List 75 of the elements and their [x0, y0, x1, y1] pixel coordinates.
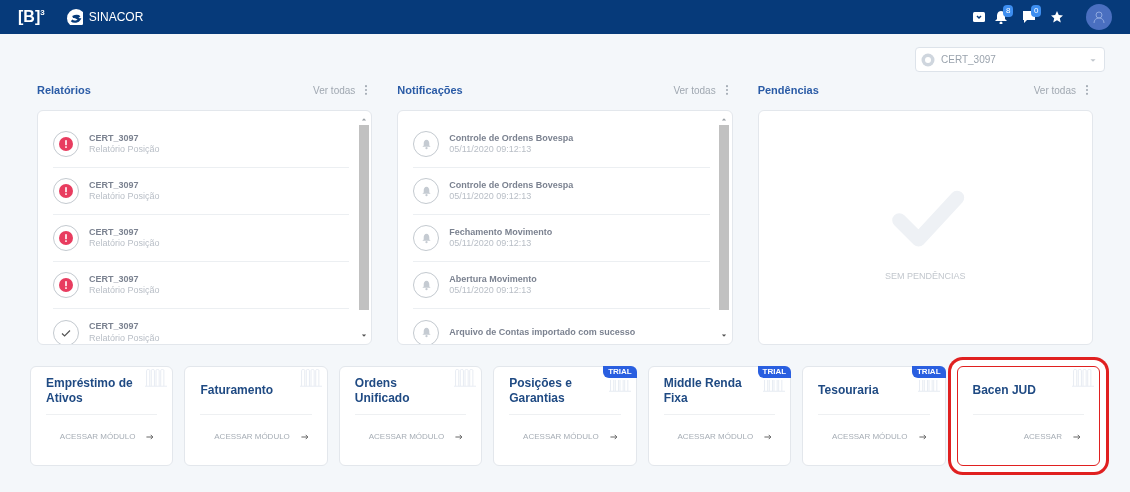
access-module-link[interactable]: ACESSAR MÓDULO: [509, 431, 621, 443]
item-title: Arquivo de Contas importado com sucesso: [449, 326, 636, 339]
arrow-right-icon: [917, 432, 928, 442]
alert-icon: [59, 278, 73, 292]
item-title: CERT_3097: [89, 273, 140, 285]
empty-state-text: SEM PENDÊNCIAS: [885, 269, 966, 283]
module-title: Middle Renda Fixa: [663, 375, 743, 406]
app-name: SINACOR: [88, 9, 144, 26]
module-card[interactable]: TRIAL Posições e Garantias ACESSAR MÓDULO: [493, 366, 637, 466]
item-title: Controle de Ordens Bovespa: [449, 132, 574, 144]
module-card[interactable]: Ordens Unificado ACESSAR MÓDULO: [338, 366, 483, 466]
arrow-right-icon: [299, 432, 310, 442]
module-title: Empréstimo de Ativos: [46, 375, 134, 406]
module-title: Ordens Unificado: [354, 375, 411, 406]
item-subtitle: Relatório Posição: [89, 238, 160, 250]
access-module-link[interactable]: ACESSAR: [972, 431, 1084, 443]
item-title: CERT_3097: [89, 226, 140, 238]
module-title: Faturamento: [200, 383, 274, 398]
access-module-link[interactable]: ACESSAR MÓDULO: [200, 431, 312, 443]
module-title: Bacen JUD: [972, 383, 1036, 398]
app-logo-icon: [66, 9, 83, 25]
arrow-right-icon: [1071, 432, 1082, 442]
trial-badge: TRIAL: [757, 366, 792, 378]
item-title: CERT_3097: [89, 321, 140, 333]
access-module-link[interactable]: ACESSAR MÓDULO: [46, 431, 158, 443]
inbox-icon[interactable]: [972, 10, 986, 24]
view-all-link[interactable]: Ver todas: [313, 82, 356, 98]
view-all-link[interactable]: Ver todas: [1033, 82, 1076, 98]
arrow-right-icon: [608, 432, 619, 442]
alert-icon: [59, 137, 73, 151]
module-card[interactable]: TRIAL Middle Renda Fixa ACESSAR MÓDULO: [647, 366, 792, 466]
arrow-right-icon: [763, 432, 774, 442]
pillars-drawing: [763, 380, 786, 392]
access-module-link[interactable]: ACESSAR MÓDULO: [663, 431, 776, 443]
item-subtitle: 05/11/2020 09:12:13: [449, 285, 533, 297]
item-subtitle: 05/11/2020 09:12:13: [449, 238, 533, 250]
item-subtitle: Relatório Posição: [89, 285, 160, 297]
access-module-link[interactable]: ACESSAR MÓDULO: [354, 431, 467, 443]
scrollbar-thumb[interactable]: [358, 125, 369, 310]
scrollbar-thumb[interactable]: [719, 125, 730, 310]
pillars-drawing: [1071, 369, 1094, 387]
item-subtitle: Relatório Posição: [89, 144, 160, 156]
alert-icon: [59, 184, 73, 198]
item-title: CERT_3097: [89, 179, 140, 191]
environment-select[interactable]: CERT_3097: [915, 47, 1105, 72]
item-title: Abertura Movimento: [449, 273, 537, 285]
view-all-link[interactable]: Ver todas: [673, 82, 716, 98]
module-card[interactable]: TRIAL Tesouraria ACESSAR MÓDULO: [802, 366, 946, 466]
module-title: Tesouraria: [818, 383, 879, 398]
item-title: Fechamento Movimento: [449, 226, 553, 238]
item-title: CERT_3097: [89, 132, 140, 144]
trial-badge: TRIAL: [911, 366, 946, 378]
panel-title: Relatórios: [37, 82, 91, 98]
user-avatar[interactable]: [1086, 4, 1112, 30]
item-subtitle: Relatório Posição: [89, 332, 160, 344]
module-card[interactable]: Empréstimo de Ativos ACESSAR MÓDULO: [30, 366, 174, 466]
item-subtitle: Relatório Posição: [89, 191, 160, 203]
module-card[interactable]: Faturamento ACESSAR MÓDULO: [184, 366, 328, 466]
pillars-drawing: [608, 380, 631, 392]
item-subtitle: 05/11/2020 09:12:13: [449, 191, 533, 203]
item-title: Controle de Ordens Bovespa: [449, 179, 574, 191]
arrow-right-icon: [145, 432, 156, 442]
module-title: Posições e Garantias: [509, 375, 573, 406]
trial-badge: TRIAL: [603, 366, 637, 378]
notification-badge: 8: [1003, 5, 1014, 17]
item-subtitle: 05/11/2020 09:12:13: [449, 144, 533, 156]
arrow-right-icon: [454, 432, 465, 442]
panel-title: Notificações: [397, 82, 463, 98]
notification-badge: 0: [1031, 5, 1042, 17]
pillars-drawing: [917, 380, 940, 392]
star-icon[interactable]: [1050, 10, 1064, 24]
panel-title: Pendências: [757, 82, 819, 98]
alert-icon: [59, 231, 73, 245]
environment-icon: [921, 52, 935, 67]
access-module-link[interactable]: ACESSAR MÓDULO: [818, 431, 930, 443]
